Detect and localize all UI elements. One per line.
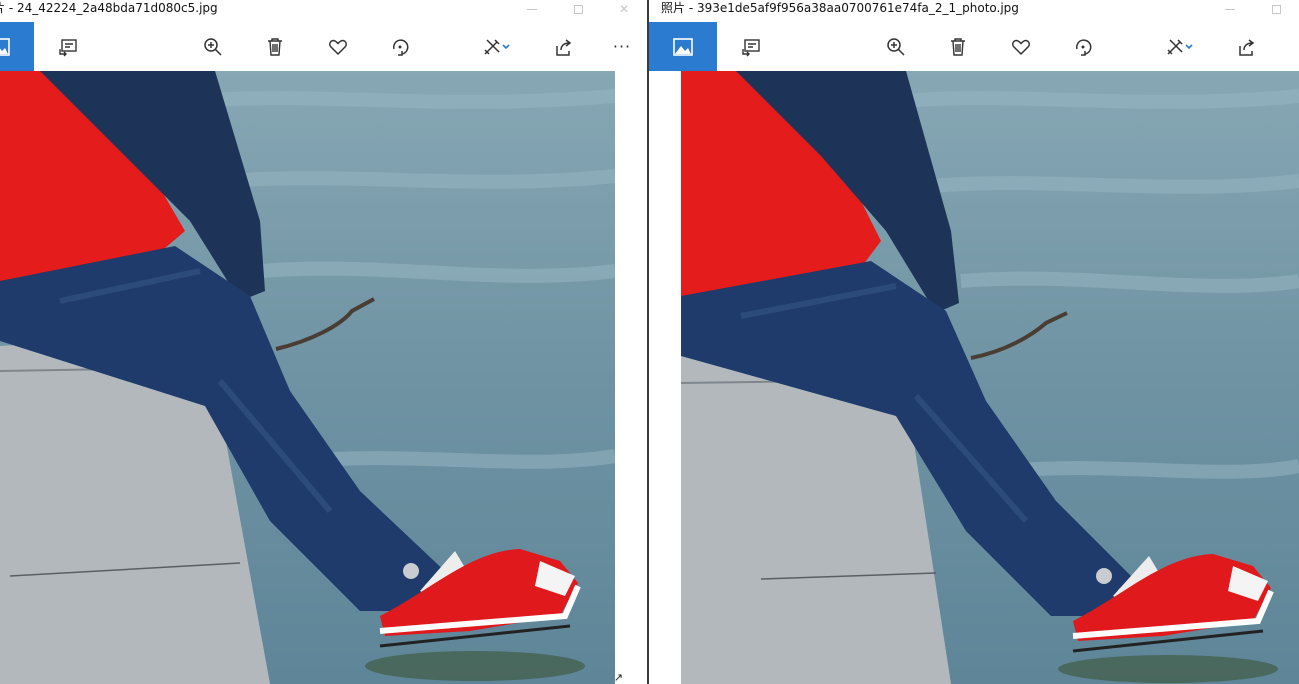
share-button[interactable] bbox=[1225, 22, 1269, 71]
slideshow-icon bbox=[59, 38, 77, 56]
heart-icon bbox=[1012, 39, 1030, 55]
edit-create-button[interactable] bbox=[1151, 22, 1207, 71]
resize-grip-icon[interactable]: ↗ bbox=[614, 671, 623, 684]
minimize-icon bbox=[527, 8, 537, 10]
viewer-margin bbox=[649, 71, 681, 684]
viewer-margin bbox=[615, 71, 647, 684]
zoom-button[interactable] bbox=[874, 22, 918, 71]
photos-window-left: 片 - 24_42224_2a48bda71d080c5.jpg ✕ ··· ↗ bbox=[0, 0, 647, 684]
slideshow-button[interactable] bbox=[46, 22, 90, 71]
share-button[interactable] bbox=[542, 22, 586, 71]
minimize-button[interactable] bbox=[509, 0, 555, 18]
caption-buttons: ✕ bbox=[509, 0, 647, 22]
favorite-button[interactable] bbox=[316, 22, 360, 71]
zoom-in-icon bbox=[887, 37, 905, 56]
zoom-button[interactable] bbox=[191, 22, 235, 71]
photo-viewer[interactable]: ↗ bbox=[0, 71, 647, 684]
photo-image bbox=[0, 71, 615, 684]
window-title: 片 - 24_42224_2a48bda71d080c5.jpg bbox=[0, 1, 218, 15]
view-button[interactable] bbox=[0, 22, 34, 71]
photos-window-right: 照片 - 393e1de5af9f956a38aa0700761e74fa_2_… bbox=[649, 0, 1299, 684]
delete-icon bbox=[951, 37, 965, 56]
minimize-icon bbox=[1225, 8, 1235, 10]
photo-viewer[interactable] bbox=[649, 71, 1299, 684]
heart-icon bbox=[329, 39, 347, 55]
slideshow-icon bbox=[742, 38, 760, 56]
more-options-button[interactable]: ··· bbox=[600, 22, 644, 71]
photo-toolbar: ··· bbox=[0, 22, 647, 71]
rotate-button[interactable] bbox=[378, 22, 422, 71]
title-bar: 片 - 24_42224_2a48bda71d080c5.jpg ✕ bbox=[0, 0, 647, 22]
close-button[interactable]: ✕ bbox=[601, 0, 647, 18]
share-icon bbox=[1239, 38, 1255, 56]
edit-create-button[interactable] bbox=[468, 22, 524, 71]
maximize-button[interactable] bbox=[555, 0, 601, 18]
delete-icon bbox=[268, 37, 282, 56]
maximize-icon bbox=[1271, 4, 1281, 14]
edit-create-icon bbox=[1167, 38, 1193, 55]
favorite-button[interactable] bbox=[999, 22, 1043, 71]
view-button[interactable] bbox=[649, 22, 717, 71]
share-icon bbox=[556, 38, 572, 56]
rotate-icon bbox=[1075, 38, 1092, 56]
rotate-button[interactable] bbox=[1061, 22, 1105, 71]
caption-buttons bbox=[1207, 0, 1299, 22]
photo-toolbar bbox=[649, 22, 1299, 71]
rotate-icon bbox=[392, 38, 409, 56]
delete-button[interactable] bbox=[253, 22, 297, 71]
view-photo-icon bbox=[0, 37, 10, 56]
delete-button[interactable] bbox=[936, 22, 980, 71]
zoom-in-icon bbox=[204, 37, 222, 56]
minimize-button[interactable] bbox=[1207, 0, 1253, 18]
view-photo-icon bbox=[673, 37, 693, 56]
close-icon: ✕ bbox=[618, 2, 630, 16]
window-title: 照片 - 393e1de5af9f956a38aa0700761e74fa_2_… bbox=[661, 1, 1019, 15]
photo-image bbox=[681, 71, 1299, 684]
maximize-button[interactable] bbox=[1253, 0, 1299, 18]
slideshow-button[interactable] bbox=[729, 22, 773, 71]
more-icon: ··· bbox=[612, 37, 632, 56]
edit-create-icon bbox=[484, 38, 510, 55]
title-bar: 照片 - 393e1de5af9f956a38aa0700761e74fa_2_… bbox=[649, 0, 1299, 22]
maximize-icon bbox=[573, 4, 583, 14]
